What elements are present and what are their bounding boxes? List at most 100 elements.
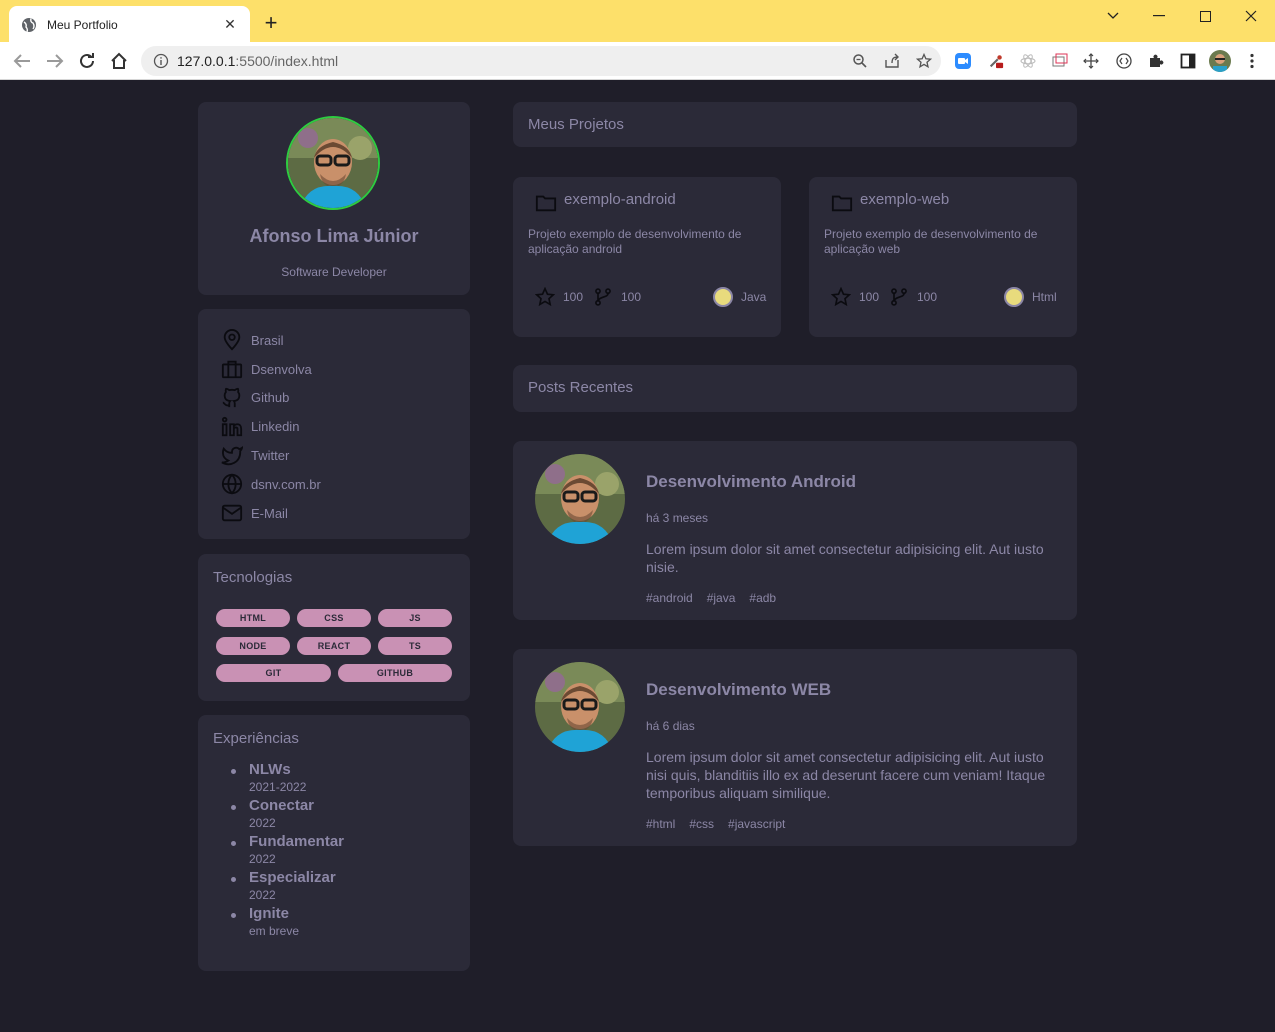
post-card[interactable]: Desenvolvimento WEB há 6 dias Lorem ipsu… [513, 649, 1077, 846]
address-bar[interactable]: 127.0.0.1:5500/index.html [141, 46, 941, 76]
experiences-card: Experiências NLWs 2021-2022 Conectar 202… [198, 715, 470, 971]
project-card[interactable]: exemplo-web Projeto exemplo de desenvolv… [809, 177, 1077, 337]
portfolio-page: Afonso Lima Júnior Software Developer Br… [0, 81, 1275, 1032]
experience-name: Especializar [249, 869, 336, 886]
tech-tag: GIT [216, 664, 331, 682]
experience-name: Ignite [249, 905, 289, 922]
zoom-extension-icon[interactable] [955, 53, 971, 69]
experience-item: Ignite em breve [231, 905, 344, 941]
profile-avatar [286, 116, 380, 210]
git-fork-icon [891, 288, 907, 306]
link-twitter[interactable]: Twitter [221, 441, 321, 470]
experience-date: 2021-2022 [249, 780, 307, 794]
site-info-icon[interactable] [153, 53, 169, 69]
tech-tag: HTML [216, 609, 290, 627]
share-icon[interactable] [884, 53, 900, 69]
post-tag[interactable]: #adb [749, 591, 776, 605]
project-language: Html [1004, 287, 1057, 307]
post-date: há 6 dias [646, 719, 695, 733]
reload-icon[interactable] [77, 51, 97, 71]
post-body: Lorem ipsum dolor sit amet consectetur a… [646, 749, 1046, 801]
close-window-icon[interactable] [1228, 6, 1274, 26]
project-name[interactable]: exemplo-web [860, 191, 949, 208]
back-icon[interactable] [12, 51, 32, 71]
link-company[interactable]: Dsenvolva [221, 355, 321, 384]
language-dot [1004, 287, 1024, 307]
link-label: Dsenvolva [251, 361, 312, 377]
browser-tab[interactable]: Meu Portfolio ✕ [9, 6, 250, 43]
browser-tabbar: Meu Portfolio ✕ + [0, 0, 1275, 43]
url-text: 127.0.0.1:5500/index.html [177, 53, 339, 69]
post-tags: #android #java #adb [646, 591, 776, 605]
project-card[interactable]: exemplo-android Projeto exemplo de desen… [513, 177, 781, 337]
project-description: Projeto exemplo de desenvolvimento de ap… [528, 227, 742, 256]
profile-name: Afonso Lima Júnior [249, 226, 419, 246]
project-name[interactable]: exemplo-android [564, 191, 676, 208]
briefcase-icon [221, 360, 243, 379]
forward-icon[interactable] [45, 51, 65, 71]
bookmark-star-icon[interactable] [916, 53, 932, 69]
post-tag[interactable]: #javascript [728, 817, 785, 831]
post-title[interactable]: Desenvolvimento Android [646, 472, 856, 492]
post-card[interactable]: Desenvolvimento Android há 3 meses Lorem… [513, 441, 1077, 620]
window-extension-icon[interactable] [1052, 53, 1068, 69]
home-icon[interactable] [109, 51, 129, 71]
project-stars: 100 [831, 287, 879, 307]
link-location[interactable]: Brasil [221, 326, 321, 355]
project-stars: 100 [535, 287, 583, 307]
move-extension-icon[interactable] [1083, 53, 1099, 69]
link-email[interactable]: E-Mail [221, 499, 321, 528]
experience-date: 2022 [249, 888, 276, 902]
experience-name: Fundamentar [249, 833, 345, 850]
experience-date: 2022 [249, 816, 276, 830]
tech-tag: CSS [297, 609, 371, 627]
eyedropper-extension-icon[interactable] [988, 53, 1004, 69]
technologies-card: Tecnologias HTML CSS JS NODE REACT TS GI… [198, 554, 470, 701]
puzzle-extensions-icon[interactable] [1148, 53, 1164, 69]
experience-name: NLWs [249, 761, 291, 778]
post-title[interactable]: Desenvolvimento WEB [646, 680, 831, 700]
experience-item: NLWs 2021-2022 [231, 761, 344, 797]
tech-tag: REACT [297, 637, 371, 655]
technologies-title: Tecnologias [213, 569, 293, 586]
sidepanel-icon[interactable] [1180, 53, 1196, 69]
link-label: Github [251, 390, 290, 406]
post-tags: #html #css #javascript [646, 817, 785, 831]
links-card: Brasil Dsenvolva Github Linkedin Twitter… [198, 309, 470, 539]
minimize-icon[interactable] [1136, 6, 1182, 26]
link-github[interactable]: Github [221, 384, 321, 413]
tab-title: Meu Portfolio [47, 17, 118, 32]
experience-item: Fundamentar 2022 [231, 833, 344, 869]
linkedin-icon [221, 416, 243, 436]
mail-icon [221, 504, 243, 522]
experiences-title: Experiências [213, 730, 299, 747]
experience-name: Conectar [249, 797, 315, 814]
post-tag[interactable]: #java [707, 591, 736, 605]
maximize-icon[interactable] [1182, 6, 1228, 26]
post-tag[interactable]: #html [646, 817, 675, 831]
link-label: Linkedin [251, 419, 300, 435]
git-fork-icon [595, 288, 611, 306]
code-extension-icon[interactable] [1116, 53, 1132, 69]
folder-icon [831, 195, 853, 212]
post-tag[interactable]: #css [689, 817, 714, 831]
browser-toolbar: 127.0.0.1:5500/index.html [0, 42, 1275, 80]
post-body: Lorem ipsum dolor sit amet consectetur a… [646, 541, 1044, 575]
experiences-list: NLWs 2021-2022 Conectar 2022 Fundamentar… [231, 761, 344, 941]
profile-role: Software Developer [281, 265, 387, 279]
post-tag[interactable]: #android [646, 591, 693, 605]
folder-icon [535, 195, 557, 212]
profile-avatar-icon[interactable] [1209, 50, 1231, 72]
experience-item: Especializar 2022 [231, 869, 344, 905]
project-forks: 100 [889, 287, 937, 307]
react-extension-icon[interactable] [1020, 53, 1036, 69]
menu-kebab-icon[interactable] [1244, 53, 1260, 69]
zoom-icon[interactable] [852, 53, 868, 69]
tab-search-icon[interactable] [1090, 6, 1136, 26]
github-icon [222, 387, 241, 408]
close-tab-icon[interactable]: ✕ [222, 16, 238, 33]
project-description: Projeto exemplo de desenvolvimento de ap… [824, 227, 1038, 256]
link-linkedin[interactable]: Linkedin [221, 412, 321, 441]
link-website[interactable]: dsnv.com.br [221, 470, 321, 499]
new-tab-button[interactable]: + [260, 12, 282, 34]
